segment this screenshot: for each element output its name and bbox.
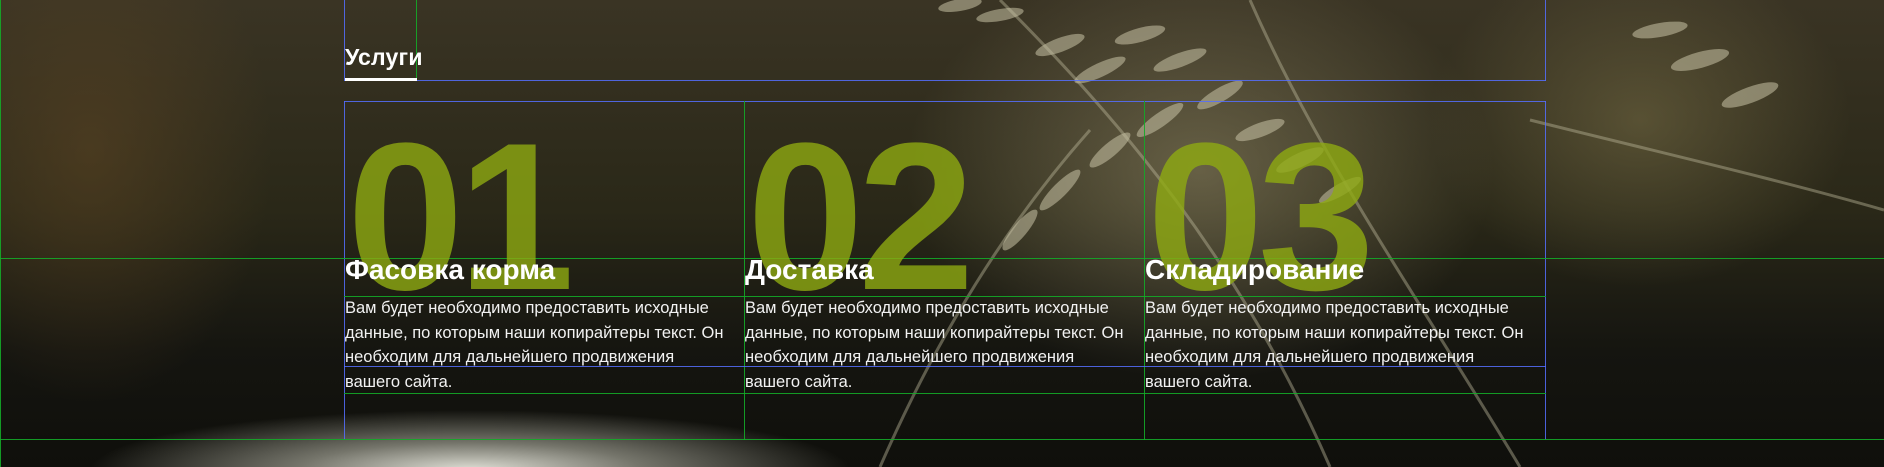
service-card-delivery: 02 Доставка Вам будет необходимо предост…	[745, 102, 1145, 440]
service-card-packaging: 01 Фасовка корма Вам будет необходимо пр…	[345, 102, 745, 440]
service-title: Доставка	[745, 254, 874, 285]
services-section: Услуги 01 Фасовка корма Вам будет необхо…	[0, 0, 1884, 467]
service-title: Фасовка корма	[345, 254, 556, 285]
service-description: Вам будет необходимо предоставить исходн…	[345, 299, 724, 391]
section-title-underline	[345, 78, 417, 81]
service-description: Вам будет необходимо предоставить исходн…	[745, 299, 1124, 391]
service-card-storage: 03 Складирование Вам будет необходимо пр…	[1145, 102, 1545, 440]
service-description: Вам будет необходимо предоставить исходн…	[1145, 299, 1524, 391]
section-title: Услуги	[345, 44, 423, 70]
service-title: Складирование	[1145, 254, 1365, 285]
